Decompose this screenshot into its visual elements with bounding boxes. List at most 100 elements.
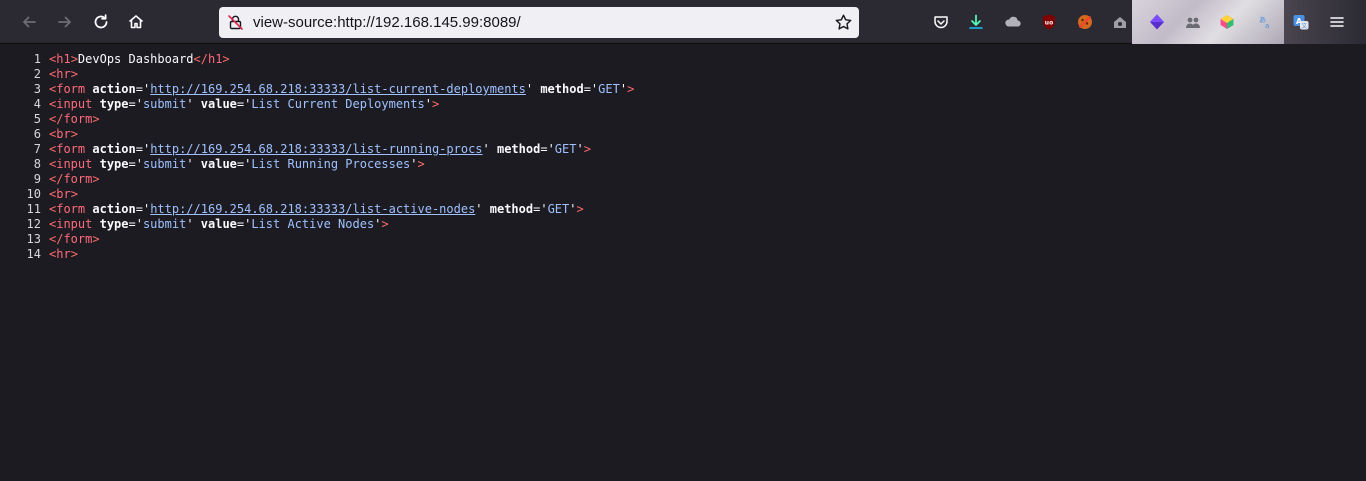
extension-gray-button[interactable] xyxy=(1182,11,1204,33)
code-token: > xyxy=(576,202,584,216)
code-token: =' xyxy=(533,202,548,216)
source-link[interactable]: http://169.254.68.218:33333/list-running… xyxy=(150,142,482,156)
code-token: </ xyxy=(49,172,64,186)
extension-house-button[interactable] xyxy=(1109,11,1131,33)
source-line: 1 <h1>DevOps Dashboard</h1> xyxy=(0,52,1366,67)
cookie-extension-button[interactable] xyxy=(1074,11,1096,33)
source-line: 5 </form> xyxy=(0,112,1366,127)
code-token: DevOps Dashboard xyxy=(77,52,194,66)
line-number: 8 xyxy=(33,157,41,171)
address-bar[interactable]: view-source:http://192.168.145.99:8089/ xyxy=(219,7,859,38)
code-token: ' xyxy=(424,97,432,111)
code-token: br xyxy=(56,127,71,141)
line-number: 2 xyxy=(33,67,41,81)
code-token: =' xyxy=(128,217,143,231)
url-text: view-source:http://192.168.145.99:8089/ xyxy=(253,14,521,31)
line-code: <form action='http://169.254.68.218:3333… xyxy=(49,202,584,217)
code-token: input xyxy=(56,97,93,111)
insecure-lock-icon xyxy=(228,15,243,30)
pocket-button[interactable] xyxy=(930,11,952,33)
line-code: </form> xyxy=(49,172,100,187)
translate-button[interactable]: A 文 xyxy=(1290,11,1312,33)
reload-button[interactable] xyxy=(86,7,116,37)
arrow-left-icon xyxy=(23,16,36,28)
code-token: =' xyxy=(236,217,252,231)
extension-cloud-button[interactable] xyxy=(1002,11,1024,33)
code-token: =' xyxy=(128,97,143,111)
line-number: 6 xyxy=(33,127,41,141)
code-token: ' xyxy=(475,202,490,216)
code-token: ' xyxy=(619,82,628,96)
downloads-button[interactable] xyxy=(965,11,987,33)
code-token: form xyxy=(56,142,86,156)
source-link[interactable]: http://169.254.68.218:33333/list-active-… xyxy=(150,202,475,216)
line-code: <form action='http://169.254.68.218:3333… xyxy=(49,82,634,97)
bookmark-star-icon[interactable] xyxy=(834,13,853,32)
code-token: h1 xyxy=(207,52,223,66)
line-code: <input type='submit' value='List Running… xyxy=(49,157,425,172)
source-line: 10 <br> xyxy=(0,187,1366,202)
code-token: > xyxy=(70,127,78,141)
code-token: br xyxy=(56,187,71,201)
line-code: <hr> xyxy=(49,247,78,262)
purple-diamond-icon xyxy=(1150,14,1164,30)
code-token: ' xyxy=(186,157,201,171)
line-number: 11 xyxy=(26,202,41,216)
ublock-button[interactable]: uo xyxy=(1038,11,1060,33)
color-picker-button[interactable] xyxy=(1216,11,1238,33)
code-token: > xyxy=(431,97,440,111)
app-menu-button[interactable] xyxy=(1322,7,1352,37)
forward-button[interactable] xyxy=(50,7,80,37)
code-token: type xyxy=(99,157,129,171)
code-token: value xyxy=(200,157,237,171)
line-code: <form action='http://169.254.68.218:3333… xyxy=(49,142,591,157)
source-line: 12 <input type='submit' value='List Activ… xyxy=(0,217,1366,232)
code-token: hr xyxy=(56,247,71,261)
code-token: form xyxy=(56,82,86,96)
code-token: =' xyxy=(135,82,151,96)
back-button[interactable] xyxy=(14,7,44,37)
code-token: type xyxy=(99,97,129,111)
ublock-shield-icon: uo xyxy=(1043,14,1055,30)
code-token: submit xyxy=(142,97,187,111)
line-number: 14 xyxy=(26,247,41,261)
line-number: 9 xyxy=(33,172,41,186)
purple-extension-button[interactable] xyxy=(1146,11,1168,33)
code-token: > xyxy=(70,247,78,261)
code-token: ' xyxy=(576,142,584,156)
source-line: 9 </form> xyxy=(0,172,1366,187)
code-token: List Active Nodes xyxy=(251,217,375,231)
code-token: type xyxy=(99,217,129,231)
code-token: </ xyxy=(49,112,64,126)
code-token: > xyxy=(70,67,78,81)
home-icon xyxy=(128,15,144,29)
code-token: form xyxy=(63,232,93,246)
code-token: =' xyxy=(128,157,143,171)
code-token: =' xyxy=(236,157,252,171)
reload-icon xyxy=(94,14,108,29)
download-arrow-icon xyxy=(969,14,983,29)
code-token: hr xyxy=(56,67,71,81)
source-link[interactable]: http://169.254.68.218:33333/list-current… xyxy=(150,82,526,96)
line-number: 12 xyxy=(26,217,41,231)
home-button[interactable] xyxy=(121,7,151,37)
line-code: </form> xyxy=(49,112,100,127)
browser-toolbar: view-source:http://192.168.145.99:8089/ … xyxy=(0,0,1366,44)
code-token: input xyxy=(56,217,93,231)
code-token: submit xyxy=(142,217,187,231)
code-token: List Current Deployments xyxy=(251,97,425,111)
people-extension-icon xyxy=(1186,17,1200,28)
line-code: </form> xyxy=(49,232,100,247)
code-token: =' xyxy=(583,82,599,96)
code-token: =' xyxy=(540,142,555,156)
arrow-right-icon xyxy=(58,16,71,28)
code-token: form xyxy=(56,202,86,216)
cookie-icon xyxy=(1078,15,1092,29)
code-token: > xyxy=(417,157,425,171)
translate-small-icon: あ a xyxy=(1259,16,1269,30)
svg-text:文: 文 xyxy=(1301,22,1307,30)
translate-extension-button[interactable]: あ a xyxy=(1254,11,1276,33)
